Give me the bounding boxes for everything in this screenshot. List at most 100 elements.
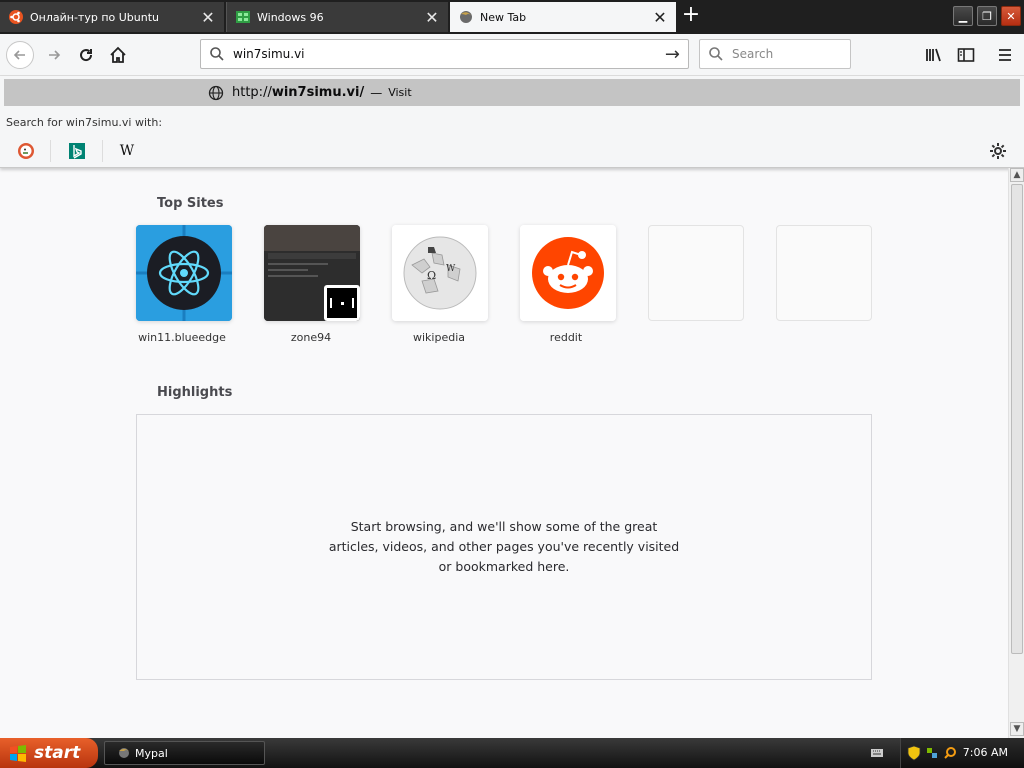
- back-arrow-icon: [13, 50, 25, 60]
- keyboard-icon[interactable]: [870, 746, 884, 760]
- top-site-empty-slot: [776, 225, 872, 321]
- url-bar[interactable]: win7simu.vi →: [200, 39, 689, 69]
- sidebar-button[interactable]: [954, 43, 978, 67]
- close-tab-icon[interactable]: ✕: [652, 8, 668, 27]
- scroll-down-icon[interactable]: ▼: [1010, 722, 1024, 736]
- globe-icon: [208, 85, 224, 100]
- search-for-suffix: with:: [134, 116, 163, 129]
- top-site-label[interactable]: reddit: [518, 331, 614, 344]
- close-tab-icon[interactable]: ✕: [424, 8, 440, 27]
- svg-text:Ω: Ω: [427, 269, 436, 282]
- keyboard-svg-icon: [871, 749, 883, 757]
- reload-button[interactable]: [72, 41, 100, 69]
- close-tab-icon[interactable]: ✕: [200, 8, 216, 27]
- top-site-tile-zone94[interactable]: [264, 225, 360, 321]
- tab-title: Онлайн-тур по Ubuntu: [30, 10, 160, 24]
- taskbar: start Mypal 7:06 AM: [0, 738, 1024, 768]
- suggestion-action: Visit: [388, 86, 412, 99]
- suggestion-url: http://win7simu.vi/: [232, 85, 364, 100]
- start-label: start: [34, 743, 81, 763]
- top-site-label[interactable]: wikipedia: [391, 331, 487, 344]
- search-engine-wikipedia[interactable]: W: [116, 140, 138, 162]
- back-button[interactable]: [6, 41, 34, 69]
- top-site-label[interactable]: win11.blueedge: [134, 331, 230, 344]
- top-site-tile-reddit[interactable]: [520, 225, 616, 321]
- tab-ubuntu-tour[interactable]: Онлайн-тур по Ubuntu ✕: [0, 2, 224, 32]
- search-for-prefix: Search for: [6, 116, 63, 129]
- tab-strip: Онлайн-тур по Ubuntu ✕ Windows 96 ✕ New …: [0, 0, 1024, 34]
- svg-text:W: W: [446, 264, 456, 274]
- highlights-message: Start browsing, and we'll show some of t…: [328, 519, 680, 574]
- highlights-empty-state: Start browsing, and we'll show some of t…: [136, 414, 872, 680]
- close-window-button[interactable]: ✕: [1001, 6, 1021, 26]
- engine-separator: [102, 140, 103, 162]
- top-site-empty-slot: [648, 225, 744, 321]
- search-for-term: win7simu.vi: [65, 116, 132, 129]
- library-button[interactable]: [922, 43, 946, 67]
- system-tray: 7:06 AM: [900, 738, 1024, 768]
- clock[interactable]: 7:06 AM: [963, 746, 1008, 759]
- search-icon: [709, 47, 723, 61]
- vertical-scrollbar[interactable]: ▲ ▼: [1008, 168, 1024, 738]
- bing-icon: [69, 143, 85, 159]
- menu-button[interactable]: [993, 43, 1017, 67]
- search-for-label: Search for win7simu.vi with:: [6, 116, 162, 129]
- scrollbar-thumb[interactable]: [1011, 184, 1023, 654]
- windows96-icon: [236, 11, 250, 23]
- highlights-title: Highlights: [157, 385, 233, 400]
- forward-button[interactable]: [40, 41, 68, 69]
- home-icon: [110, 46, 126, 63]
- suggestion-url-domain: win7simu.vi/: [271, 85, 365, 100]
- search-icon: [210, 47, 224, 61]
- top-site-tile-win11[interactable]: [136, 225, 232, 321]
- windows-flag-icon: [10, 745, 26, 762]
- suggestion-dash: —: [370, 85, 383, 100]
- taskbar-item-mypal[interactable]: Mypal: [104, 741, 265, 765]
- go-arrow-icon[interactable]: →: [665, 44, 680, 65]
- url-autocomplete-popup: http://win7simu.vi/ — Visit Search for w…: [0, 76, 1024, 168]
- react-atom-icon: [136, 225, 232, 321]
- hamburger-menu-icon: [999, 49, 1011, 61]
- restore-button[interactable]: ❐: [977, 6, 997, 26]
- duckduckgo-icon: [18, 143, 34, 159]
- start-button[interactable]: start: [0, 738, 98, 768]
- new-tab-button[interactable]: +: [680, 4, 702, 28]
- mypal-icon: [119, 748, 129, 758]
- wikipedia-icon: W: [119, 143, 135, 159]
- top-site-tile-wikipedia[interactable]: Ω W: [392, 225, 488, 321]
- tab-new-tab[interactable]: New Tab ✕: [450, 2, 676, 32]
- reddit-icon: [520, 225, 616, 321]
- top-sites-title: Top Sites: [157, 196, 224, 211]
- tab-title: Windows 96: [257, 10, 324, 24]
- autocomplete-suggestion[interactable]: http://win7simu.vi/ — Visit: [4, 79, 1020, 106]
- suggestion-url-prefix: http://: [232, 85, 272, 100]
- network-icon[interactable]: [925, 746, 939, 760]
- search-box[interactable]: Search: [699, 39, 851, 69]
- tab-windows96[interactable]: Windows 96 ✕: [226, 2, 448, 32]
- scroll-up-icon[interactable]: ▲: [1010, 168, 1024, 182]
- taskbar-item-label: Mypal: [135, 746, 168, 760]
- library-icon: [926, 48, 941, 62]
- firefox-icon: [460, 11, 472, 23]
- ubuntu-icon: [9, 10, 23, 24]
- search-placeholder[interactable]: Search: [732, 47, 773, 61]
- search-engine-duckduckgo[interactable]: [15, 140, 37, 162]
- search-settings-button[interactable]: [987, 140, 1009, 162]
- sidebar-icon: [957, 48, 975, 62]
- gear-icon: [990, 143, 1006, 159]
- forward-arrow-icon: [49, 50, 61, 60]
- tab-title: New Tab: [480, 10, 527, 24]
- engine-separator: [50, 140, 51, 162]
- reload-icon: [80, 49, 93, 62]
- wikipedia-globe-icon: Ω W: [392, 225, 488, 321]
- top-site-label[interactable]: zone94: [263, 331, 359, 344]
- search-engine-bing[interactable]: [66, 140, 88, 162]
- minimize-button[interactable]: ▁: [953, 6, 973, 26]
- navigation-toolbar: win7simu.vi → Search: [0, 34, 1024, 76]
- pong-icon-badge: [324, 285, 360, 321]
- search-tray-icon[interactable]: [943, 746, 957, 760]
- home-button[interactable]: [104, 41, 132, 69]
- security-shield-icon[interactable]: [907, 745, 921, 761]
- url-input[interactable]: win7simu.vi: [233, 47, 665, 61]
- pong-icon: [327, 288, 357, 318]
